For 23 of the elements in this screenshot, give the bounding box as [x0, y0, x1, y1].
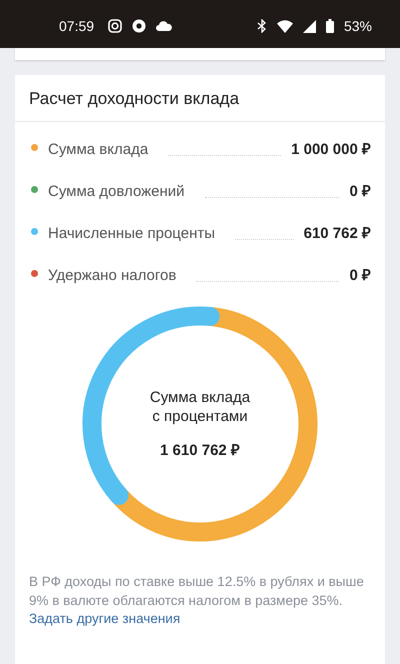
battery-percent: 53% [344, 18, 372, 34]
battery-icon [326, 19, 334, 33]
change-values-link[interactable]: Задать другие значения [15, 611, 194, 626]
bluetooth-icon [256, 19, 267, 33]
row-value: 0 ₽ [349, 182, 371, 200]
row-value: 1 000 000 ₽ [291, 140, 371, 158]
total-label: Сумма вклада [150, 389, 250, 406]
card-title: Расчет доходности вклада [15, 75, 385, 122]
total-label: с процентами [152, 408, 248, 425]
status-time: 07:59 [59, 18, 94, 34]
camera-icon [108, 19, 122, 33]
wifi-icon [276, 20, 293, 32]
cloud-icon [156, 21, 172, 31]
row-value: 610 762 ₽ [304, 224, 371, 242]
total-value: 1 610 762 ₽ [160, 441, 240, 459]
row-label: Сумма вклада [48, 141, 148, 158]
browser-icon [132, 19, 146, 33]
tax-note: В РФ доходы по ставке выше 12.5% в рублях и выше 9% в валюте облагаются налогом в размере 35%. [28, 573, 365, 610]
row-label: Сумма довложений [48, 183, 185, 200]
row-label: Удержано налогов [48, 267, 176, 284]
row-value: 0 ₽ [349, 266, 371, 284]
row-label: Начисленные проценты [48, 225, 215, 242]
signal-icon [302, 20, 316, 32]
